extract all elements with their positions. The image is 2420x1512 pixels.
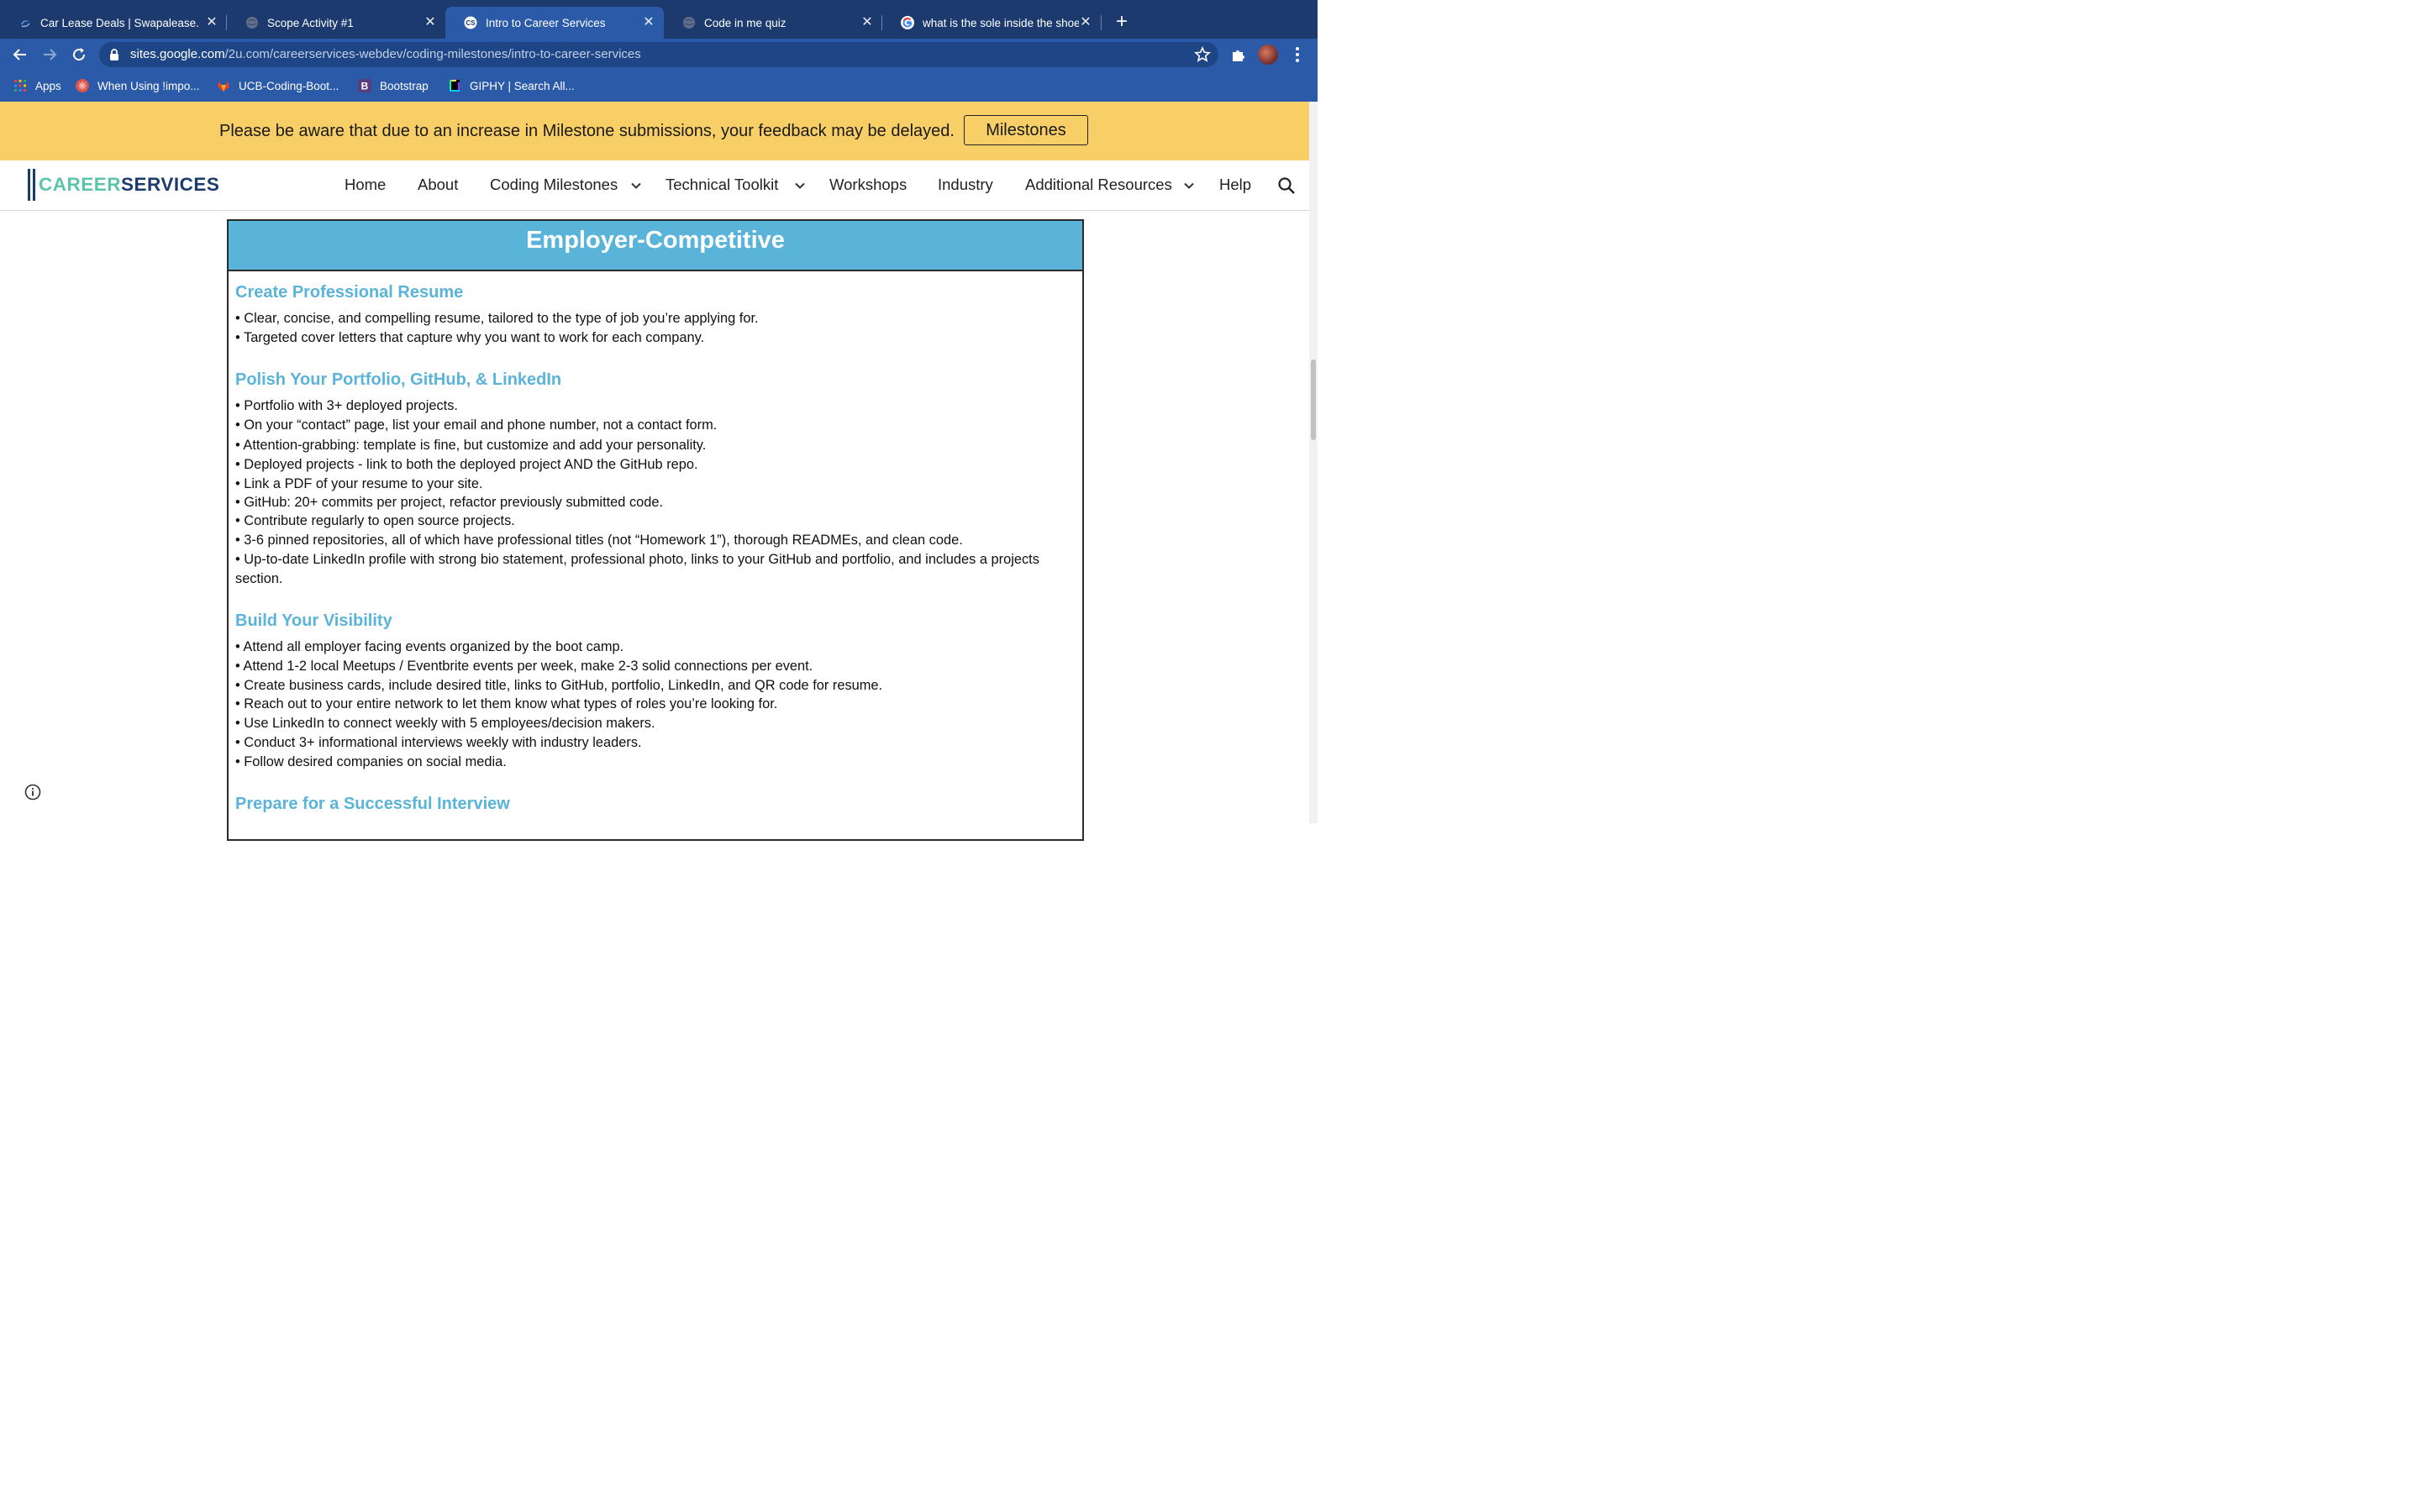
list-item: • Follow desired companies on social med… bbox=[235, 754, 507, 769]
section-title-portfolio: Polish Your Portfolio, GitHub, & LinkedI… bbox=[235, 370, 562, 389]
section-title-visibility: Build Your Visibility bbox=[235, 612, 392, 630]
list-item: • Attend 1-2 local Meetups / Eventbrite … bbox=[235, 659, 813, 674]
nav-help[interactable]: Help bbox=[1219, 176, 1251, 194]
tab-intro-career-services[interactable]: CS Intro to Career Services ✕ bbox=[445, 7, 664, 39]
list-item: • Portfolio with 3+ deployed projects. bbox=[235, 398, 458, 413]
chevron-down-icon[interactable] bbox=[630, 180, 642, 192]
globe-icon bbox=[245, 16, 259, 29]
bookmark-label: Apps bbox=[35, 79, 61, 92]
logo-bars bbox=[28, 169, 35, 201]
extensions-puzzle-icon[interactable] bbox=[1229, 45, 1248, 64]
bookmark-apps[interactable]: Apps bbox=[13, 77, 61, 94]
url-host: sites.google.com bbox=[130, 47, 225, 61]
chevron-down-icon[interactable] bbox=[1183, 180, 1195, 192]
list-item: • 3-6 pinned repositories, all of which … bbox=[235, 533, 963, 548]
red-circle-icon bbox=[76, 79, 89, 92]
nav-coding-milestones[interactable]: Coding Milestones bbox=[490, 176, 618, 194]
tab-google-search[interactable]: what is the sole inside the shoe ✕ bbox=[882, 7, 1101, 39]
milestones-button[interactable]: Milestones bbox=[964, 115, 1088, 145]
list-item: • Attention-grabbing: template is fine, … bbox=[235, 438, 707, 453]
apps-grid-icon bbox=[13, 79, 27, 92]
kebab-menu-icon[interactable] bbox=[1291, 45, 1304, 64]
list-item: • Create business cards, include desired… bbox=[235, 678, 883, 693]
list-item: • Use LinkedIn to connect weekly with 5 … bbox=[235, 716, 655, 731]
tab-separator bbox=[1101, 15, 1102, 30]
bookmark-giphy[interactable]: GIPHY | Search All... bbox=[448, 77, 575, 94]
tab-code-in-me-quiz[interactable]: Code in me quiz ✕ bbox=[664, 7, 882, 39]
bookmark-star-icon[interactable] bbox=[1193, 45, 1212, 64]
giphy-icon bbox=[448, 79, 461, 92]
section-title-resume: Create Professional Resume bbox=[235, 283, 464, 302]
list-item: • GitHub: 20+ commits per project, refac… bbox=[235, 495, 664, 510]
globe-icon bbox=[682, 16, 696, 29]
browser-tab-strip: Car Lease Deals | Swapalease. ✕ Scope Ac… bbox=[0, 0, 1318, 39]
tab-car-lease[interactable]: Car Lease Deals | Swapalease. ✕ bbox=[0, 7, 227, 39]
profile-avatar[interactable] bbox=[1258, 45, 1278, 65]
bookmark-label: UCB-Coding-Boot... bbox=[239, 79, 339, 92]
list-item: • Clear, concise, and compelling resume,… bbox=[235, 311, 759, 326]
nav-additional-resources[interactable]: Additional Resources bbox=[1025, 176, 1172, 194]
close-tab-icon[interactable]: ✕ bbox=[205, 16, 218, 29]
bookmark-when-using-important[interactable]: When Using !impo... bbox=[76, 77, 200, 94]
list-item: • Contribute regularly to open source pr… bbox=[235, 513, 515, 528]
chevron-down-icon[interactable] bbox=[794, 180, 806, 192]
bookmark-label: When Using !impo... bbox=[97, 79, 200, 92]
reload-icon[interactable] bbox=[68, 44, 90, 66]
back-arrow-icon[interactable] bbox=[9, 44, 31, 66]
bookmark-label: GIPHY | Search All... bbox=[470, 79, 575, 92]
banner-message: Please be aware that due to an increase … bbox=[219, 122, 955, 140]
list-item: • Conduct 3+ informational interviews we… bbox=[235, 735, 642, 750]
logo-word-services: SERVICES bbox=[121, 174, 220, 195]
nav-workshops[interactable]: Workshops bbox=[829, 176, 907, 194]
nav-technical-toolkit[interactable]: Technical Toolkit bbox=[666, 176, 778, 194]
search-icon[interactable] bbox=[1277, 176, 1296, 195]
bootstrap-icon: B bbox=[358, 79, 371, 92]
document-title: Employer-Competitive bbox=[526, 227, 785, 254]
tab-title: Car Lease Deals | Swapalease. bbox=[40, 16, 199, 29]
tab-title: what is the sole inside the shoe bbox=[923, 16, 1079, 29]
gitlab-icon bbox=[217, 79, 230, 92]
svg-text:CS: CS bbox=[466, 19, 476, 27]
list-item: • Attend all employer facing events orga… bbox=[235, 639, 624, 654]
page-scrollbar-thumb[interactable] bbox=[1311, 360, 1316, 440]
cs-icon: CS bbox=[464, 16, 477, 29]
tab-title: Code in me quiz bbox=[704, 16, 786, 29]
page-scrollbar-track[interactable] bbox=[1309, 102, 1318, 823]
list-item: • Reach out to your entire network to le… bbox=[235, 696, 778, 711]
nav-about[interactable]: About bbox=[418, 176, 458, 194]
close-tab-icon[interactable]: ✕ bbox=[1079, 16, 1092, 29]
forward-arrow-icon[interactable] bbox=[39, 44, 60, 66]
bookmark-bootstrap[interactable]: B Bootstrap bbox=[358, 77, 429, 94]
tab-scope-activity[interactable]: Scope Activity #1 ✕ bbox=[227, 7, 445, 39]
url-text[interactable]: sites.google.com/2u.com/careerservices-w… bbox=[130, 47, 641, 61]
career-services-logo[interactable]: CAREER SERVICES bbox=[28, 169, 219, 201]
nav-home[interactable]: Home bbox=[345, 176, 386, 194]
url-path: /2u.com/careerservices-webdev/coding-mil… bbox=[224, 47, 641, 61]
tab-title: Scope Activity #1 bbox=[267, 16, 354, 29]
bookmark-ucb-coding-boot[interactable]: UCB-Coding-Boot... bbox=[217, 77, 339, 94]
logo-word-career: CAREER bbox=[39, 174, 122, 195]
list-item: • Link a PDF of your resume to your site… bbox=[235, 476, 483, 491]
list-item: • On your “contact” page, list your emai… bbox=[235, 417, 718, 433]
info-icon[interactable] bbox=[24, 784, 41, 801]
list-item: • Deployed projects - link to both the d… bbox=[235, 457, 698, 472]
list-item: • Targeted cover letters that capture wh… bbox=[235, 330, 705, 345]
swapalease-icon bbox=[18, 16, 32, 29]
svg-text:B: B bbox=[361, 81, 369, 92]
google-icon bbox=[901, 16, 914, 29]
section-title-interview: Prepare for a Successful Interview bbox=[235, 795, 510, 813]
close-tab-icon[interactable]: ✕ bbox=[424, 16, 437, 29]
new-tab-plus-icon[interactable]: + bbox=[1111, 12, 1133, 34]
bookmark-label: Bootstrap bbox=[380, 79, 429, 92]
tab-title: Intro to Career Services bbox=[486, 16, 606, 29]
lock-icon[interactable] bbox=[108, 48, 121, 61]
close-tab-icon[interactable]: ✕ bbox=[642, 16, 655, 29]
close-tab-icon[interactable]: ✕ bbox=[860, 16, 874, 29]
nav-industry[interactable]: Industry bbox=[938, 176, 993, 194]
list-item: • Up-to-date LinkedIn profile with stron… bbox=[235, 552, 1039, 586]
